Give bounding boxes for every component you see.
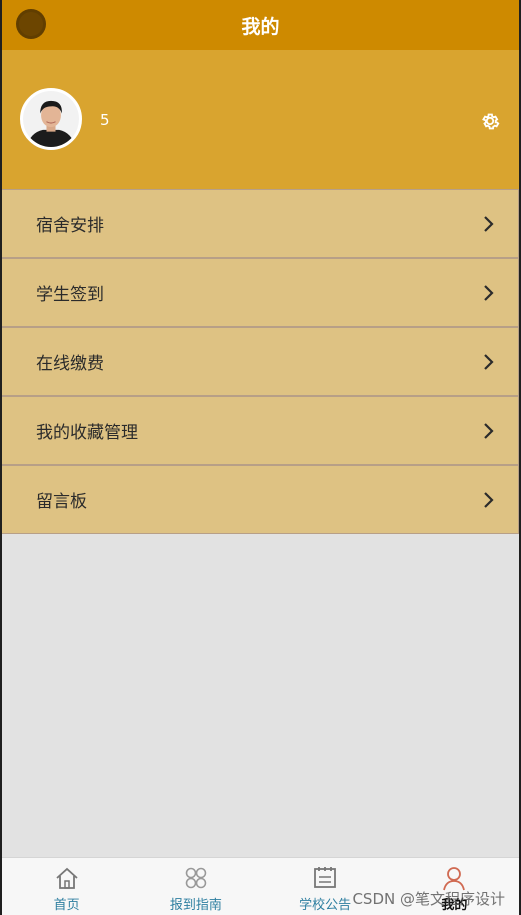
- top-bar: 我的: [2, 0, 519, 50]
- app-frame: 我的 5 宿舍安排 学生签到 在线缴费 我的收藏管理 留言板 首页 报到指南 学…: [0, 0, 521, 915]
- grid-icon: [185, 867, 207, 889]
- chevron-right-icon: [484, 353, 494, 370]
- profile-header: 5: [2, 50, 519, 189]
- menu-item-label: 留言板: [36, 492, 87, 512]
- settings-gear-icon[interactable]: [479, 110, 501, 132]
- chevron-right-icon: [484, 422, 494, 439]
- menu-item-label: 宿舍安排: [36, 216, 104, 236]
- avatar[interactable]: [20, 88, 82, 150]
- menu-item-label: 我的收藏管理: [36, 423, 138, 443]
- menu-item-message-board[interactable]: 留言板: [2, 465, 519, 534]
- notice-icon: [314, 867, 337, 888]
- menu-item-label: 学生签到: [36, 285, 104, 305]
- chevron-right-icon: [484, 215, 494, 232]
- menu-item-checkin[interactable]: 学生签到: [2, 258, 519, 327]
- tab-label: 首页: [53, 898, 80, 913]
- home-icon: [56, 867, 78, 889]
- chevron-right-icon: [484, 491, 494, 508]
- back-button[interactable]: [16, 9, 46, 39]
- username: 5: [100, 111, 110, 129]
- menu-item-label: 在线缴费: [36, 354, 104, 374]
- tab-home[interactable]: 首页: [2, 858, 131, 915]
- page-title: 我的: [241, 15, 280, 38]
- menu-item-payment[interactable]: 在线缴费: [2, 327, 519, 396]
- menu-item-dorm[interactable]: 宿舍安排: [2, 189, 519, 258]
- menu-list: 宿舍安排 学生签到 在线缴费 我的收藏管理 留言板: [2, 189, 519, 534]
- menu-item-favorites[interactable]: 我的收藏管理: [2, 396, 519, 465]
- watermark: CSDN @笔文程序设计: [352, 890, 505, 908]
- chevron-right-icon: [484, 284, 494, 301]
- tab-label: 学校公告: [299, 898, 352, 913]
- tab-label: 报到指南: [169, 898, 222, 913]
- avatar-image: [23, 91, 79, 147]
- tab-guide[interactable]: 报到指南: [131, 858, 260, 915]
